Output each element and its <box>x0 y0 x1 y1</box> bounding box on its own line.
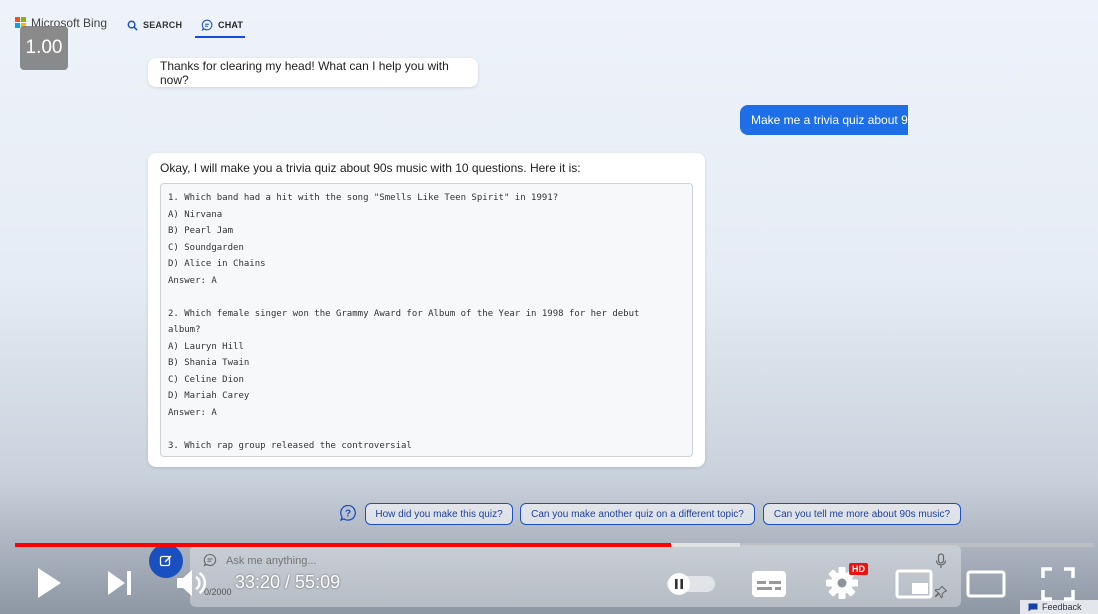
user-message-bubble: Make me a trivia quiz about 90s music <box>740 105 908 135</box>
character-counter: 0/2000 <box>204 587 232 597</box>
code-line: C) Celine Dion <box>168 374 244 385</box>
tab-chat-label: CHAT <box>218 20 244 30</box>
code-line: Answer: A <box>168 275 217 286</box>
pin-icon[interactable] <box>934 585 948 599</box>
code-line: album? <box>168 325 201 335</box>
code-line: D) Mariah Carey <box>168 391 250 401</box>
time-display: 33:20 / 55:09 <box>235 572 341 592</box>
progress-played <box>15 543 671 547</box>
theater-mode-button[interactable] <box>966 569 1006 599</box>
answer-intro-text: Okay, I will make you a trivia quiz abou… <box>160 161 581 175</box>
chat-icon <box>201 19 213 31</box>
code-line: D) Alice in Chains <box>168 259 266 269</box>
bot-greeting-message: Thanks for clearing my head! What can I … <box>148 58 478 87</box>
code-line: Answer: A <box>168 407 217 418</box>
subtitles-button[interactable] <box>751 569 787 599</box>
tab-search-label: SEARCH <box>143 20 183 30</box>
ask-input[interactable] <box>226 553 826 569</box>
playback-speed-badge: 1.00 <box>20 26 68 70</box>
chat-bubble-icon <box>203 553 217 567</box>
new-topic-icon <box>159 555 172 567</box>
microphone-icon[interactable] <box>935 553 947 569</box>
miniplayer-button[interactable] <box>895 569 933 599</box>
next-video-button[interactable] <box>106 568 134 598</box>
feedback-button[interactable]: Feedback <box>1020 600 1098 614</box>
play-button[interactable] <box>35 566 63 600</box>
suggestion-chip[interactable]: Can you make another quiz on a different… <box>520 503 755 525</box>
autoplay-toggle[interactable] <box>665 572 717 596</box>
code-line: B) Pearl Jam <box>168 226 234 236</box>
suggestion-chip[interactable]: How did you make this quiz? <box>365 503 513 525</box>
question-suggestion-icon: ? <box>339 504 356 522</box>
code-line: 3. Which rap group released the controve… <box>168 440 412 451</box>
suggestion-chip[interactable]: Can you tell me more about 90s music? <box>763 503 961 525</box>
code-line: A) Lauryn Hill <box>168 341 244 352</box>
tab-chat[interactable]: CHAT <box>201 12 243 38</box>
bot-answer-message: Okay, I will make you a trivia quiz abou… <box>148 153 705 467</box>
code-line: 2. Which female singer won the Grammy Aw… <box>168 308 640 319</box>
fullscreen-button[interactable] <box>1041 567 1075 601</box>
code-line: 1. Which band had a hit with the song "S… <box>168 193 559 203</box>
volume-button[interactable] <box>175 568 207 598</box>
hd-badge: HD <box>849 563 868 575</box>
tab-search[interactable]: SEARCH <box>127 12 182 38</box>
feedback-label: Feedback <box>1042 602 1082 612</box>
svg-text:?: ? <box>345 509 351 520</box>
code-line: C) Soundgarden <box>168 242 244 253</box>
active-tab-indicator <box>195 36 245 38</box>
search-icon <box>127 20 138 31</box>
feedback-icon <box>1028 603 1038 611</box>
code-line: A) Nirvana <box>168 209 223 220</box>
quiz-code-block: 1. Which band had a hit with the song "S… <box>160 183 693 457</box>
code-line: B) Shania Twain <box>168 358 250 368</box>
